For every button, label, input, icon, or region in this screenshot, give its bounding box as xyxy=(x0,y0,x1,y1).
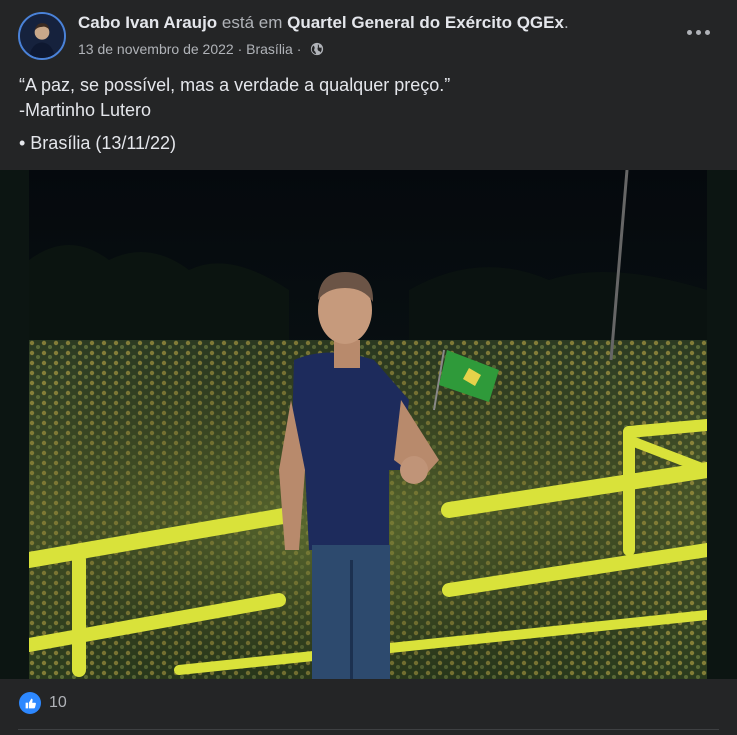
post-photo[interactable] xyxy=(29,170,707,679)
reaction-count[interactable]: 10 xyxy=(49,694,67,712)
meta-separator-end: · xyxy=(292,41,306,57)
post-text-line: “A paz, se possível, mas a verdade a qua… xyxy=(19,75,451,95)
facebook-post: Cabo Ivan Araujo está em Quartel General… xyxy=(0,0,737,735)
more-options-icon[interactable] xyxy=(683,20,713,44)
post-text-line: -Martinho Lutero xyxy=(19,100,152,120)
author-avatar[interactable] xyxy=(18,12,66,60)
post-text: “A paz, se possível, mas a verdade a qua… xyxy=(19,73,450,156)
place-suffix: . xyxy=(563,13,569,32)
author-name[interactable]: Cabo Ivan Araujo xyxy=(78,13,217,32)
globe-icon[interactable] xyxy=(310,42,324,56)
post-date[interactable]: 13 de novembro de 2022 xyxy=(78,41,234,57)
like-icon[interactable] xyxy=(19,692,41,714)
footer-divider xyxy=(18,729,719,730)
reactions-bar[interactable]: 10 xyxy=(19,692,67,714)
post-location[interactable]: Brasília xyxy=(246,41,293,57)
post-meta: 13 de novembro de 2022 · Brasília · xyxy=(78,41,324,57)
post-header: Cabo Ivan Araujo está em Quartel General… xyxy=(78,13,569,33)
post-text-line: • Brasília (13/11/22) xyxy=(19,133,177,153)
meta-separator: · xyxy=(233,41,247,57)
photo-container xyxy=(0,170,737,679)
checkin-verb: está em xyxy=(221,13,283,32)
checkin-place[interactable]: Quartel General do Exército QGEx xyxy=(287,13,564,32)
